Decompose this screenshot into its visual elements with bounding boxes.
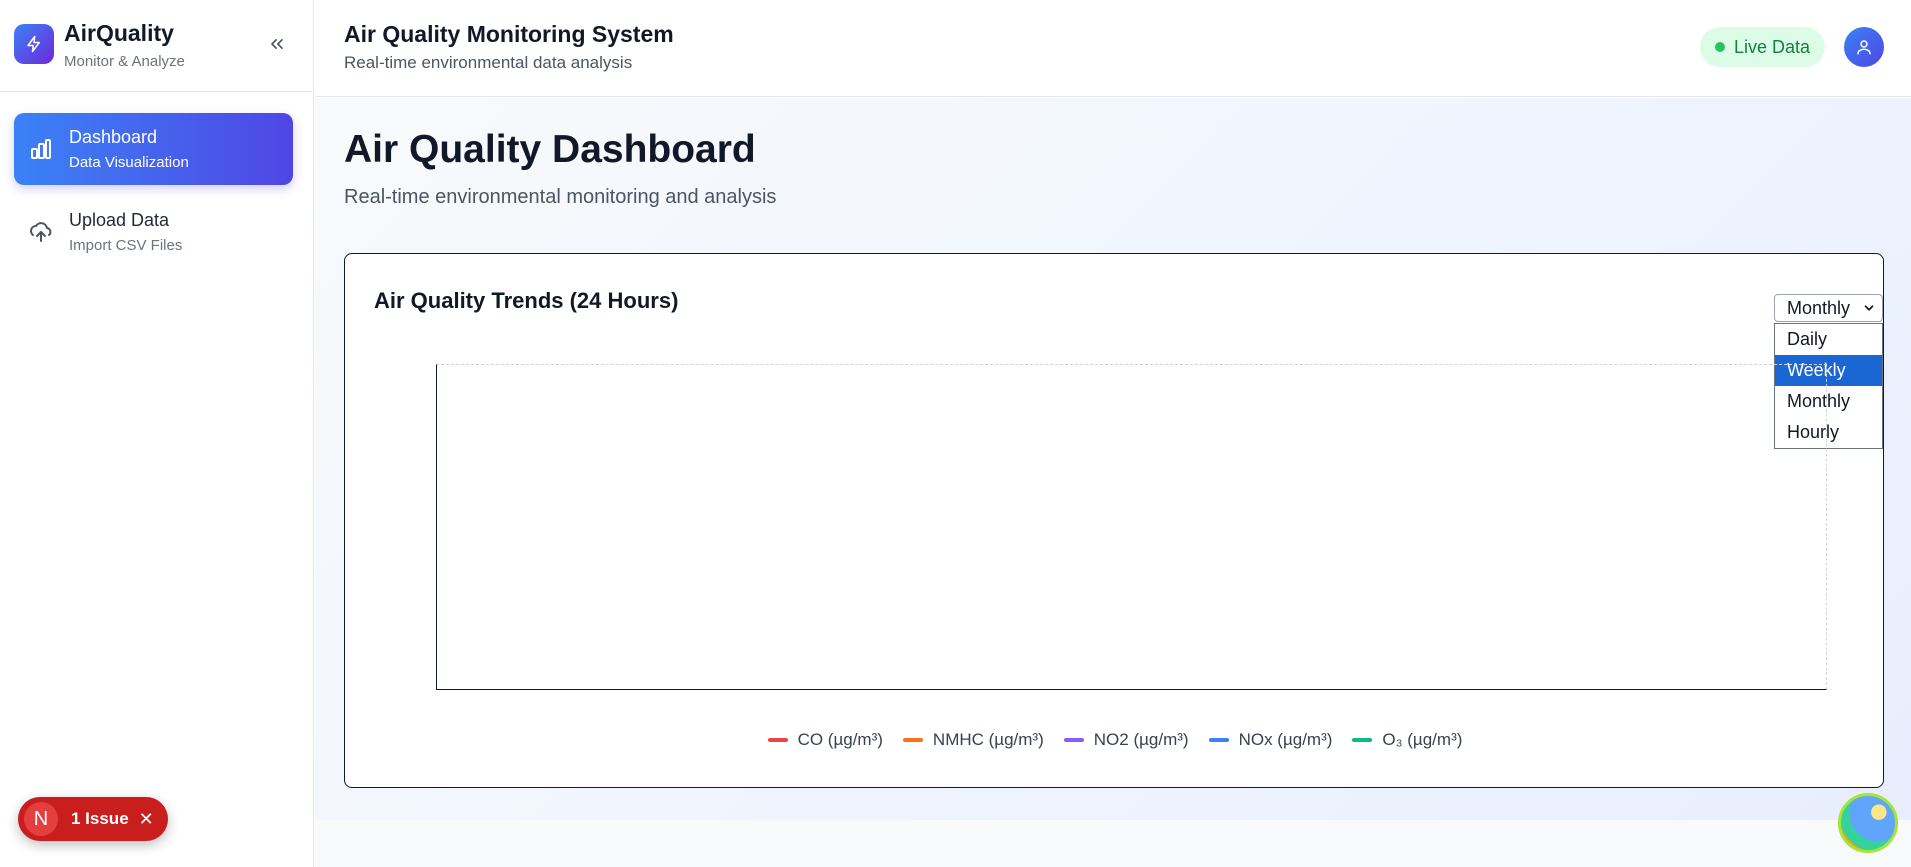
chart-title: Air Quality Trends (24 Hours) bbox=[374, 288, 679, 313]
chart-card: Air Quality Trends (24 Hours) Monthly Da… bbox=[344, 253, 1884, 788]
chart-plot-area bbox=[436, 364, 1827, 690]
legend-item-o3[interactable]: O₃ (µg/m³) bbox=[1352, 730, 1462, 750]
option-daily[interactable]: Daily bbox=[1775, 324, 1882, 355]
sidebar: AirQuality Monitor & Analyze Dashboard D… bbox=[0, 0, 314, 867]
live-data-label: Live Data bbox=[1733, 36, 1811, 57]
main-content: Air Quality Dashboard Real-time environm… bbox=[315, 98, 1911, 820]
time-range-select-value: Monthly bbox=[1787, 297, 1851, 318]
legend-label: NO2 (µg/m³) bbox=[1093, 730, 1189, 749]
legend-item-no2[interactable]: NO2 (µg/m³) bbox=[1063, 730, 1189, 750]
sidebar-item-upload-data[interactable]: Upload Data Import CSV Files bbox=[14, 196, 293, 268]
close-icon[interactable]: ✕ bbox=[139, 809, 154, 830]
user-avatar-button[interactable] bbox=[1844, 27, 1884, 67]
user-icon bbox=[1857, 40, 1871, 55]
next-logo-icon: N bbox=[24, 802, 58, 836]
legend-swatch bbox=[902, 738, 923, 742]
live-data-badge: Live Data bbox=[1700, 27, 1825, 67]
legend-swatch bbox=[767, 738, 788, 742]
legend-swatch bbox=[1352, 738, 1373, 742]
legend-item-nmhc[interactable]: NMHC (µg/m³) bbox=[902, 730, 1044, 750]
page-subtitle: Real-time environmental monitoring and a… bbox=[344, 186, 777, 208]
brand-title: AirQuality bbox=[64, 20, 174, 46]
sidebar-item-dashboard[interactable]: Dashboard Data Visualization bbox=[14, 113, 293, 185]
legend-swatch bbox=[1208, 738, 1229, 742]
collapse-sidebar-button[interactable] bbox=[263, 30, 291, 58]
legend-label: NOx (µg/m³) bbox=[1238, 730, 1333, 749]
sidebar-item-sublabel: Data Visualization bbox=[69, 154, 189, 171]
chevron-down-icon bbox=[1864, 305, 1874, 311]
sidebar-item-label: Dashboard bbox=[69, 127, 158, 147]
issues-badge-button[interactable]: N 1 Issue ✕ bbox=[18, 797, 168, 841]
main-footer-area bbox=[315, 820, 1911, 867]
time-range-select[interactable]: Monthly bbox=[1774, 294, 1883, 322]
top-header: Air Quality Monitoring System Real-time … bbox=[315, 0, 1911, 97]
legend-label: CO (µg/m³) bbox=[797, 730, 883, 749]
chevrons-left-icon bbox=[271, 39, 283, 50]
brand-subtitle: Monitor & Analyze bbox=[64, 53, 185, 70]
lightning-icon bbox=[14, 24, 54, 64]
assistant-avatar-button[interactable] bbox=[1838, 793, 1898, 853]
legend-swatch bbox=[1063, 738, 1084, 742]
cloud-upload-icon bbox=[28, 219, 54, 245]
legend-label: O₃ (µg/m³) bbox=[1382, 730, 1463, 749]
legend-label: NMHC (µg/m³) bbox=[932, 730, 1044, 749]
issues-count: 1 Issue bbox=[71, 809, 129, 828]
legend-item-nox[interactable]: NOx (µg/m³) bbox=[1208, 730, 1333, 750]
sidebar-item-sublabel: Import CSV Files bbox=[69, 237, 183, 254]
header-subtitle: Real-time environmental data analysis bbox=[344, 53, 633, 72]
brand-header: AirQuality Monitor & Analyze bbox=[0, 0, 313, 92]
legend-item-co[interactable]: CO (µg/m³) bbox=[767, 730, 883, 750]
sidebar-item-label: Upload Data bbox=[69, 210, 170, 230]
page-title: Air Quality Dashboard bbox=[344, 128, 756, 171]
bar-chart-icon bbox=[28, 136, 54, 162]
header-title: Air Quality Monitoring System bbox=[344, 21, 674, 47]
chart-legend: CO (µg/m³) NMHC (µg/m³) NO2 (µg/m³) NOx … bbox=[345, 730, 1885, 750]
status-dot-icon bbox=[1714, 42, 1725, 52]
